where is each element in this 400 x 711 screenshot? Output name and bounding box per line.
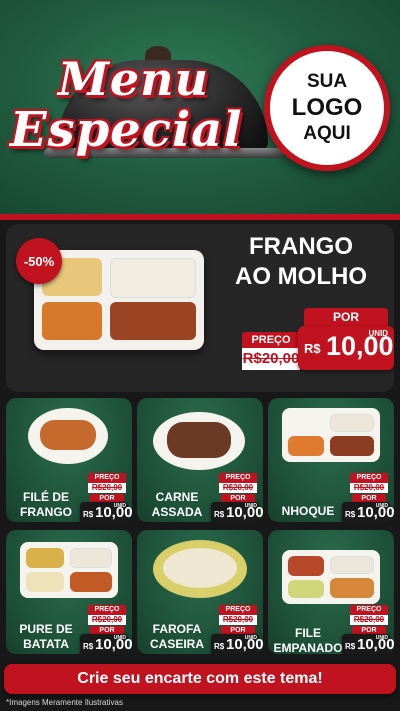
product-card-farofa-caseira: FAROFA CASEIRA PREÇO R$20,00 POR R$ 10,0… bbox=[137, 530, 263, 654]
header: Menu Especial SUA LOGO AQUI bbox=[0, 0, 400, 214]
price-box: R$ 10,00 UNID bbox=[211, 502, 263, 522]
corn-portion bbox=[26, 548, 64, 568]
unit: UNID bbox=[375, 503, 388, 509]
preco-label: PREÇO bbox=[219, 473, 257, 483]
featured-unit: UNID bbox=[368, 329, 388, 338]
unit: UNID bbox=[375, 635, 388, 641]
featured-currency: R$ bbox=[304, 341, 321, 356]
price-box: R$ 10,00 UNID bbox=[342, 502, 394, 522]
chicken-portion bbox=[110, 302, 196, 340]
old-price: R$20,00 bbox=[350, 483, 388, 493]
preco-label: PREÇO bbox=[88, 473, 126, 483]
currency: R$ bbox=[214, 510, 225, 519]
title-line1: Menu bbox=[58, 52, 210, 106]
salad-portion bbox=[42, 302, 102, 340]
rice-portion bbox=[330, 556, 374, 574]
unit: UNID bbox=[113, 503, 126, 509]
breaded-fillet-portion bbox=[330, 578, 374, 598]
product-card-file-empanado: FILE EMPANADO PREÇO R$20,00 POR R$ 10,00… bbox=[268, 530, 394, 654]
price-box: R$ 10,00 UNID bbox=[211, 634, 263, 654]
featured-preco-label: PREÇO bbox=[242, 332, 300, 348]
white-rice-portion bbox=[110, 258, 196, 298]
currency: R$ bbox=[345, 510, 356, 519]
old-price: R$20,00 bbox=[88, 483, 126, 493]
preco-label: PREÇO bbox=[350, 473, 388, 483]
rice-portion bbox=[330, 414, 374, 432]
salad-portion bbox=[288, 580, 324, 598]
product-name: FAROFA CASEIRA bbox=[149, 622, 204, 651]
product-name: PURE DE BATATA bbox=[19, 622, 73, 651]
farofa-portion bbox=[163, 548, 237, 588]
price-box: R$ 10,00 UNID bbox=[80, 634, 132, 654]
price-box: R$ 10,00 UNID bbox=[80, 502, 132, 522]
chicken-portion bbox=[40, 420, 96, 450]
currency: R$ bbox=[83, 642, 94, 651]
unit: UNID bbox=[244, 635, 257, 641]
price-box: R$ 10,00 UNID bbox=[342, 634, 394, 654]
product-card-pure-de-batata: PURE DE BATATA PREÇO R$20,00 POR R$ 10,0… bbox=[6, 530, 132, 654]
currency: R$ bbox=[214, 642, 225, 651]
featured-por-label: POR bbox=[304, 308, 388, 326]
logo-line3: AQUI bbox=[303, 123, 351, 144]
product-card-file-de-frango: FILÉ DE FRANGO PREÇO R$20,00 POR R$ 10,0… bbox=[6, 398, 132, 522]
title-line2: Especial bbox=[10, 102, 243, 158]
dish-image bbox=[20, 542, 118, 598]
product-name: FILE EMPANADO bbox=[273, 626, 343, 654]
featured-card: -50% FRANGO AO MOLHO PREÇO R$20,00 POR R… bbox=[6, 224, 394, 392]
meat-portion bbox=[330, 436, 374, 456]
old-price: R$20,00 bbox=[219, 483, 257, 493]
preco-label: PREÇO bbox=[350, 605, 388, 615]
sauce-portion bbox=[288, 556, 324, 576]
dish-image bbox=[282, 550, 380, 604]
dish-image bbox=[153, 540, 247, 598]
featured-price-box: R$ 10,00 UNID bbox=[298, 326, 394, 370]
product-card-carne-assada: CARNE ASSADA PREÇO R$20,00 POR R$ 10,00 … bbox=[137, 398, 263, 522]
logo-line2: LOGO bbox=[291, 94, 363, 121]
old-price: R$20,00 bbox=[219, 615, 257, 625]
pure-portion bbox=[26, 572, 64, 592]
old-price: R$20,00 bbox=[88, 615, 126, 625]
featured-name: FRANGO AO MOLHO bbox=[235, 233, 367, 290]
header-divider bbox=[0, 214, 400, 220]
preco-label: PREÇO bbox=[88, 605, 126, 615]
featured-old-price: R$20,00 bbox=[242, 348, 300, 370]
currency: R$ bbox=[83, 510, 94, 519]
discount-badge: -50% bbox=[16, 238, 62, 284]
product-name: NHOQUE bbox=[281, 504, 335, 518]
logo-line1: SUA bbox=[306, 71, 348, 92]
product-name: CARNE ASSADA bbox=[151, 490, 203, 519]
logo-placeholder: SUA LOGO AQUI bbox=[264, 45, 390, 171]
gnocchi-portion bbox=[288, 436, 324, 456]
old-price: R$20,00 bbox=[350, 615, 388, 625]
dish-image bbox=[153, 412, 245, 470]
menu-flyer: Menu Especial SUA LOGO AQUI -50% FRANGO … bbox=[0, 0, 400, 711]
disclaimer: *Imagens Meramente Ilustrativas bbox=[6, 698, 123, 707]
dish-image bbox=[28, 408, 108, 464]
meat-portion bbox=[167, 422, 231, 458]
unit: UNID bbox=[244, 503, 257, 509]
rice-portion bbox=[70, 548, 112, 568]
cta-banner[interactable]: Crie seu encarte com este tema! bbox=[4, 664, 396, 694]
preco-label: PREÇO bbox=[219, 605, 257, 615]
dish-image bbox=[282, 408, 380, 462]
currency: R$ bbox=[345, 642, 356, 651]
product-card-nhoque: NHOQUE PREÇO R$20,00 POR R$ 10,00 UNID bbox=[268, 398, 394, 522]
unit: UNID bbox=[113, 635, 126, 641]
meat-portion bbox=[70, 572, 112, 592]
product-name: FILÉ DE FRANGO bbox=[20, 490, 72, 519]
